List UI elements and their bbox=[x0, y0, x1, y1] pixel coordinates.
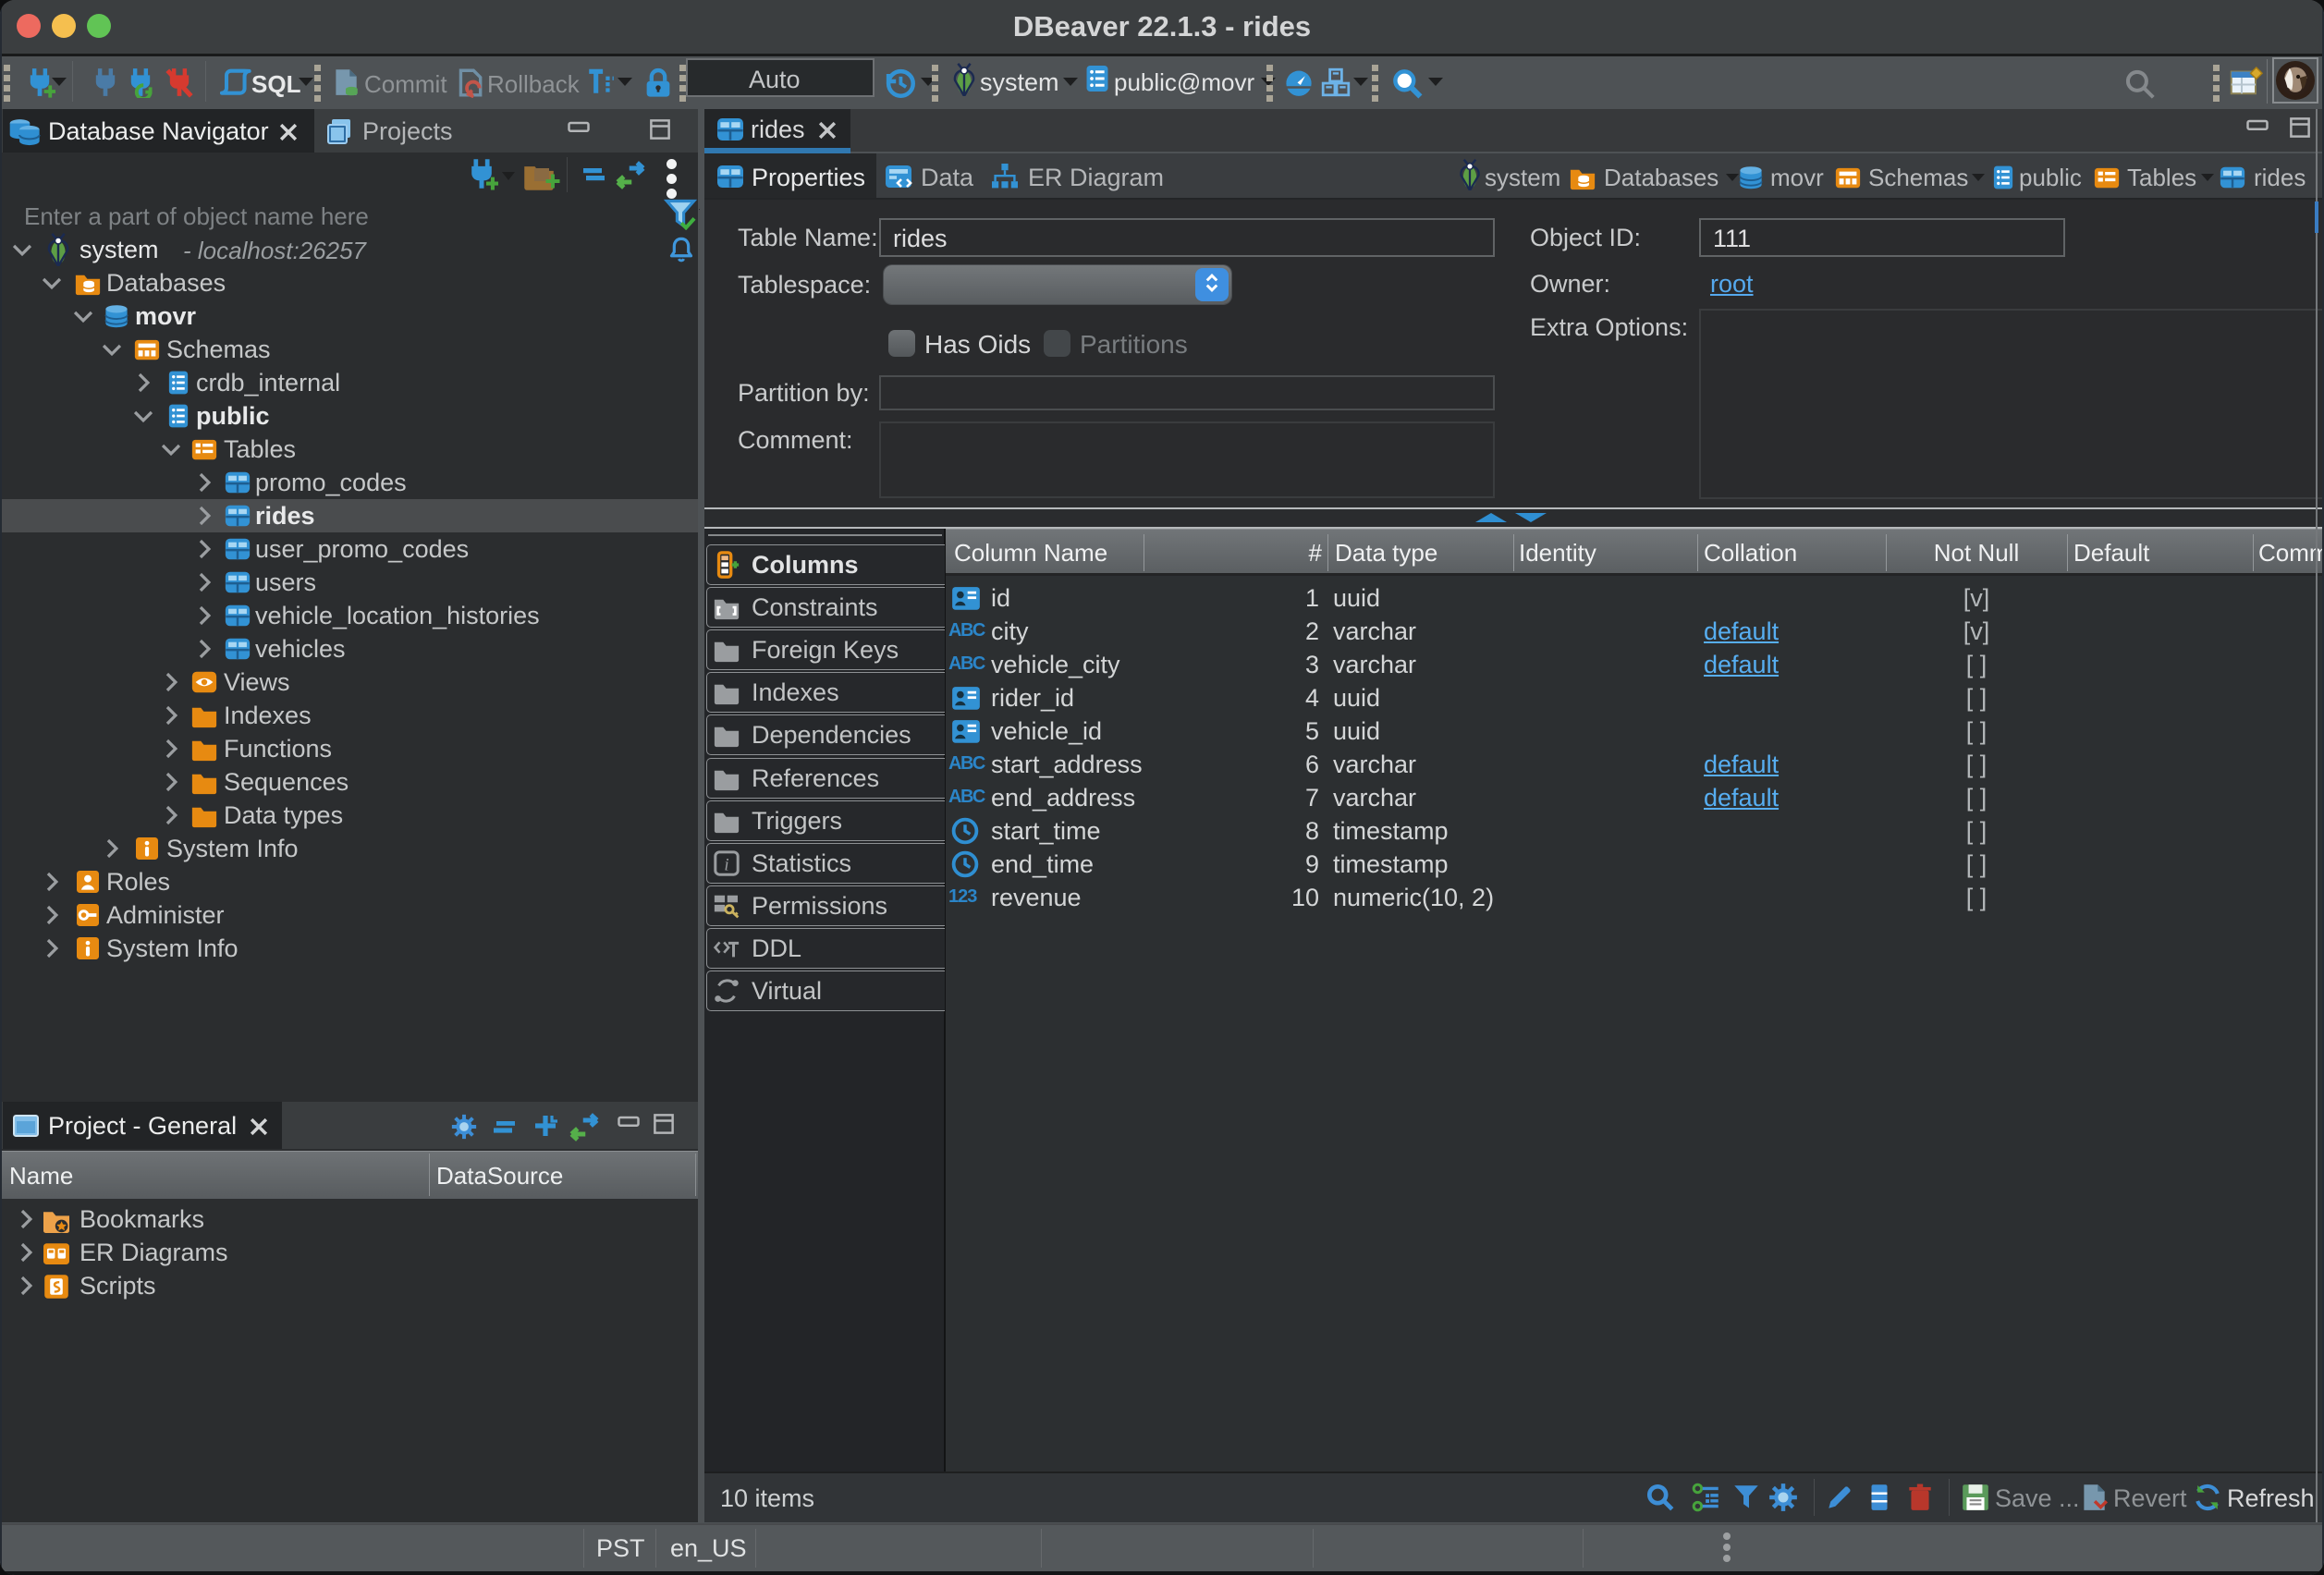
svg-text:i: i bbox=[724, 855, 728, 874]
